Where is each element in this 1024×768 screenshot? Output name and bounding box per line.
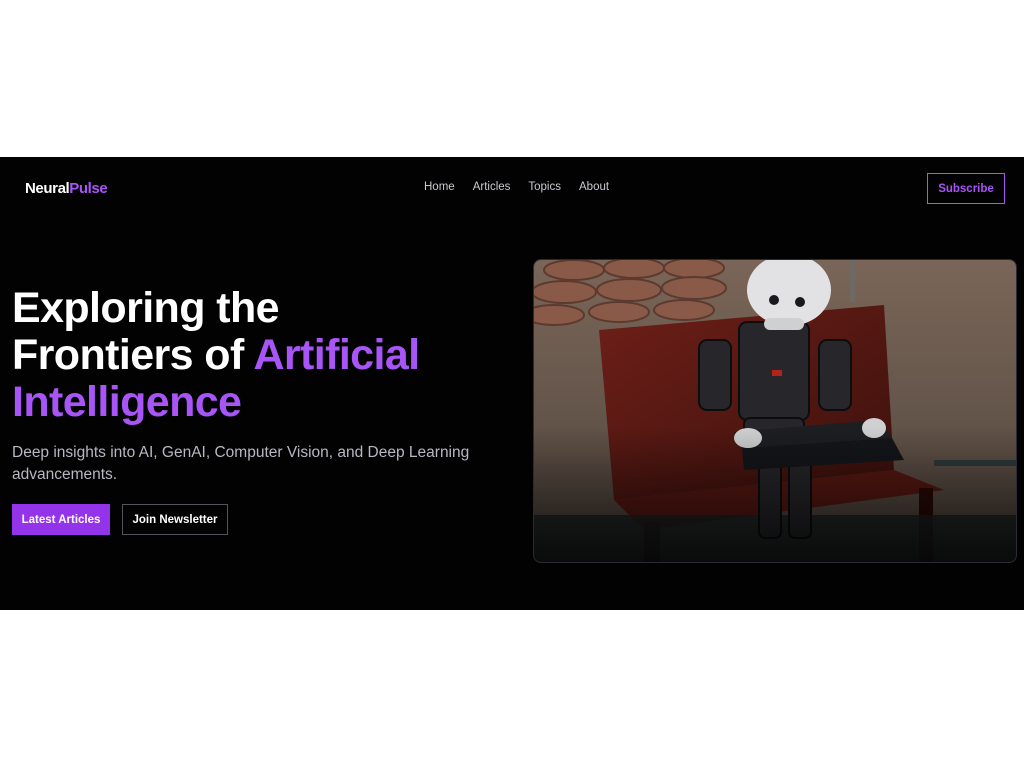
hero-title: Exploring the Frontiers of Artificial In… bbox=[12, 285, 512, 426]
bottom-blank-area bbox=[0, 610, 1024, 768]
hero-title-highlight-artificial: Artificial bbox=[253, 331, 420, 379]
site-page: NeuralPulse Home Articles Topics About S… bbox=[0, 157, 1024, 610]
top-blank-area bbox=[0, 0, 1024, 157]
latest-articles-button[interactable]: Latest Articles bbox=[12, 504, 110, 535]
nav-link-topics[interactable]: Topics bbox=[528, 181, 561, 193]
hero-subtitle: Deep insights into AI, GenAI, Computer V… bbox=[12, 444, 470, 483]
nav-link-articles[interactable]: Articles bbox=[473, 181, 511, 193]
hero-title-highlight-intelligence: Intelligence bbox=[12, 378, 242, 426]
site-logo[interactable]: NeuralPulse bbox=[25, 180, 108, 197]
subscribe-button[interactable]: Subscribe bbox=[927, 173, 1005, 204]
nav-link-about[interactable]: About bbox=[579, 181, 609, 193]
hero-robot-image bbox=[533, 259, 1017, 563]
logo-text-primary: Neural bbox=[25, 180, 70, 197]
hero-title-line1: Exploring the bbox=[12, 284, 280, 332]
hero-title-line2: Frontiers of bbox=[12, 331, 254, 379]
logo-text-accent: Pulse bbox=[69, 180, 108, 197]
nav-link-home[interactable]: Home bbox=[424, 181, 455, 193]
join-newsletter-button[interactable]: Join Newsletter bbox=[122, 504, 228, 535]
main-nav: Home Articles Topics About bbox=[424, 181, 609, 193]
